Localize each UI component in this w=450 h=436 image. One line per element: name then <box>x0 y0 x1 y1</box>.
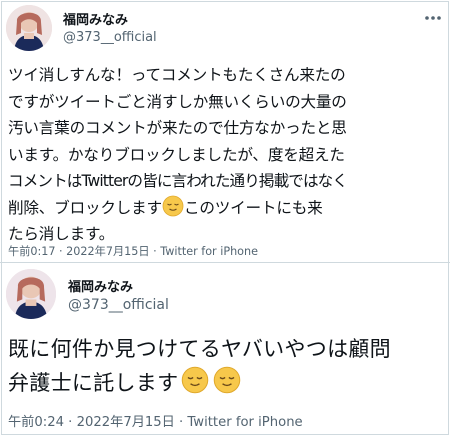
tweet-text-segment: 弁護士に託します <box>8 371 179 395</box>
author-name[interactable]: 福岡みなみ <box>63 9 128 28</box>
author-handle[interactable]: @373__official <box>68 297 169 313</box>
tweet-text-line: います。かなりブロックしましたが、度を超えた <box>8 145 345 164</box>
tweet-text-line: 汚い言葉のコメントが来たので仕方なかったと思 <box>8 119 347 137</box>
author-handle[interactable]: @373__official <box>63 30 157 45</box>
relieved-face-emoji <box>181 366 209 394</box>
avatar-image <box>6 5 52 51</box>
relieved-face-emoji <box>162 195 184 217</box>
author-name[interactable]: 福岡みなみ <box>68 276 133 295</box>
tweet-text-line: 弁護士に託します <box>8 366 448 400</box>
relieved-face-emoji <box>213 366 241 394</box>
more-options-icon[interactable] <box>424 15 442 25</box>
tweet-text-line: 削除、ブロックします このツイートにも来 <box>8 195 448 222</box>
tweet-text: 既に何件か見つけてるヤバいやつは顧問 弁護士に託します <box>8 333 448 400</box>
tweet-text-line: コメントはTwitterの皆に言われた通り掲載ではなく <box>8 172 348 190</box>
tweet-text-segment: 削除、ブロックします <box>8 198 162 217</box>
tweet-text-line: ツイ消しすんな！ってコメントもたくさん来たの <box>8 66 346 84</box>
tweet-timestamp[interactable]: 午前0:24 · 2022年7月15日 · Twitter for iPhone <box>8 411 303 430</box>
tweet-text-segment: このツイートにも来 <box>183 198 323 217</box>
tweet-timestamp[interactable]: 午前0:17 · 2022年7月15日 · Twitter for iPhone <box>8 243 258 259</box>
avatar[interactable] <box>6 269 56 319</box>
tweet-text: ツイ消しすんな！ってコメントもたくさん来たの ですがツイートごと消すしか無いくら… <box>8 62 448 248</box>
tweet-text-line: 既に何件か見つけてるヤバいやつは顧問 <box>8 337 391 361</box>
avatar-image <box>6 269 56 319</box>
avatar[interactable] <box>6 5 52 51</box>
tweet-text-line: ですがツイートごと消すしか無いくらいの大量の <box>8 92 347 111</box>
